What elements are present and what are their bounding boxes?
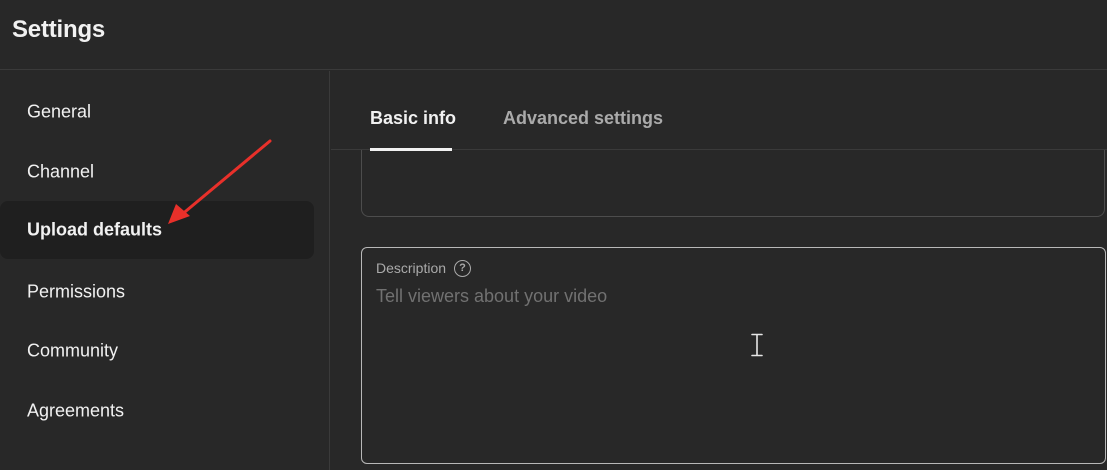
description-label: Description [376, 260, 447, 276]
settings-dialog: Settings General Channel Upload defaults… [0, 0, 1107, 470]
sidebar-item-label: Community [27, 340, 119, 361]
settings-content: Basic info Advanced settings Description… [331, 71, 1107, 470]
sidebar-item-label: General [27, 101, 92, 122]
sidebar-item-general[interactable]: General [0, 83, 314, 141]
settings-sidebar: General Channel Upload defaults Permissi… [0, 71, 330, 470]
sidebar-item-channel[interactable]: Channel [0, 143, 314, 201]
description-field[interactable]: Description ? [361, 247, 1106, 464]
tab-label: Basic info [370, 108, 457, 128]
sidebar-item-agreements[interactable]: Agreements [0, 382, 314, 440]
sidebar-item-permissions[interactable]: Permissions [0, 263, 314, 321]
sidebar-item-label: Channel [27, 161, 95, 182]
page-title: Settings [12, 16, 106, 43]
settings-header: Settings [0, 0, 1107, 70]
sidebar-item-community[interactable]: Community [0, 322, 314, 380]
description-label-row: Description ? [376, 258, 472, 278]
description-input[interactable] [376, 286, 1076, 446]
sidebar-item-label: Upload defaults [27, 219, 163, 240]
sidebar-item-label: Permissions [27, 281, 126, 302]
previous-field-box[interactable] [361, 150, 1105, 217]
help-circle-icon[interactable]: ? [454, 259, 472, 277]
sidebar-item-label: Agreements [27, 400, 125, 421]
tab-bar: Basic info Advanced settings [331, 71, 1107, 151]
sidebar-item-upload-defaults[interactable]: Upload defaults [0, 201, 314, 259]
tab-label: Advanced settings [503, 108, 664, 128]
